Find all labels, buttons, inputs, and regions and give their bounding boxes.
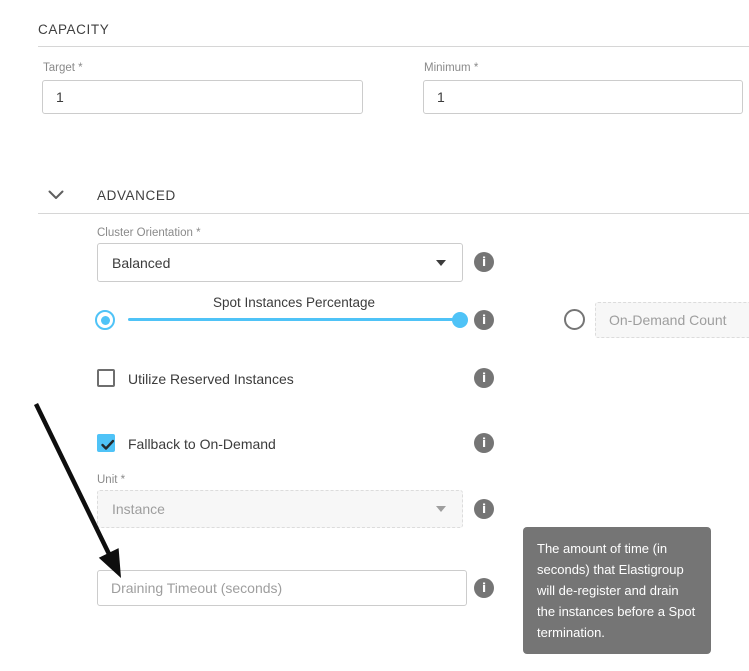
unit-select: Instance bbox=[97, 490, 463, 528]
spot-percentage-radio[interactable] bbox=[95, 310, 115, 330]
capacity-section-title: CAPACITY bbox=[38, 22, 109, 37]
fallback-on-demand-checkbox[interactable] bbox=[97, 434, 115, 452]
info-icon[interactable]: i bbox=[474, 433, 494, 453]
info-icon[interactable]: i bbox=[474, 252, 494, 272]
utilize-reserved-checkbox[interactable] bbox=[97, 369, 115, 387]
unit-label: Unit * bbox=[97, 474, 125, 486]
spot-percentage-label: Spot Instances Percentage bbox=[128, 295, 460, 310]
advanced-section-title: ADVANCED bbox=[97, 188, 176, 203]
on-demand-count-radio[interactable] bbox=[564, 309, 585, 330]
on-demand-count-input bbox=[595, 302, 749, 338]
checkmark-icon bbox=[99, 437, 117, 453]
cluster-orientation-label: Cluster Orientation * bbox=[97, 227, 201, 239]
unit-value: Instance bbox=[112, 501, 165, 517]
target-input[interactable] bbox=[42, 80, 363, 114]
cluster-orientation-value: Balanced bbox=[112, 255, 170, 271]
utilize-reserved-label: Utilize Reserved Instances bbox=[128, 371, 294, 387]
tooltip-text: The amount of time (in seconds) that Ela… bbox=[537, 541, 695, 640]
capacity-settings-page: CAPACITY Target * Minimum * ADVANCED Clu… bbox=[0, 0, 749, 671]
spot-percentage-slider-thumb[interactable] bbox=[452, 312, 468, 328]
info-icon[interactable]: i bbox=[474, 578, 494, 598]
caret-down-icon bbox=[436, 260, 446, 266]
info-icon[interactable]: i bbox=[474, 499, 494, 519]
chevron-down-icon[interactable] bbox=[48, 190, 64, 200]
spot-percentage-slider-track[interactable] bbox=[128, 318, 460, 321]
capacity-divider bbox=[38, 46, 749, 47]
draining-timeout-tooltip: The amount of time (in seconds) that Ela… bbox=[523, 527, 711, 654]
minimum-input[interactable] bbox=[423, 80, 743, 114]
info-icon[interactable]: i bbox=[474, 310, 494, 330]
advanced-divider bbox=[38, 213, 749, 214]
minimum-label: Minimum * bbox=[424, 62, 478, 74]
cluster-orientation-select[interactable]: Balanced bbox=[97, 243, 463, 282]
caret-down-icon bbox=[436, 506, 446, 512]
fallback-on-demand-label: Fallback to On-Demand bbox=[128, 436, 276, 452]
info-icon[interactable]: i bbox=[474, 368, 494, 388]
draining-timeout-input[interactable] bbox=[97, 570, 467, 606]
target-label: Target * bbox=[43, 62, 83, 74]
